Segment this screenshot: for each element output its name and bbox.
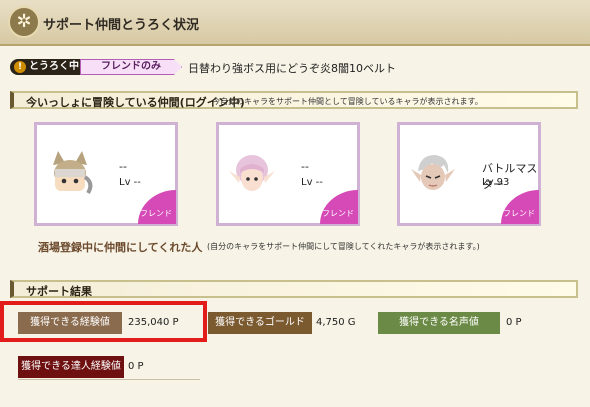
- support-results-title: サポート結果: [26, 285, 92, 298]
- partner-name: --: [301, 160, 309, 173]
- partner-level: Lv --: [301, 177, 323, 188]
- friend-tag: フレンド: [140, 209, 172, 218]
- support-results-banner: サポート結果: [10, 280, 578, 298]
- battle-master-portrait-icon: [411, 155, 455, 190]
- friend-corner-badge: フレンド: [501, 190, 539, 224]
- adventuring-section-banner: 今いっしょに冒険している仲間(ログイン中) 今自分のキャラをサポート仲間として冒…: [10, 91, 578, 109]
- gold-value: 4,750 G: [316, 317, 356, 328]
- bar-helpers-note: (自分のキャラをサポート仲間にして冒険してくれたキャラが表示されます。): [207, 242, 480, 251]
- partner-name: --: [119, 160, 127, 173]
- bar-helpers-heading: 酒場登録中に仲間にしてくれた人: [38, 241, 203, 254]
- exp-highlight-frame: [0, 301, 207, 342]
- friend-corner-badge: フレンド: [138, 190, 176, 224]
- fame-label: 獲得できる名声値: [378, 312, 500, 334]
- partner-level: Lv --: [119, 177, 141, 188]
- registration-status-badge: ! とうろく中: [10, 59, 80, 75]
- gold-label: 獲得できるゴールド: [208, 312, 312, 334]
- master-exp-value: 0 P: [128, 361, 144, 372]
- status-text: とうろく中: [29, 61, 79, 72]
- elf-character-portrait-icon: [229, 155, 275, 191]
- partner-level: Lv 93: [482, 177, 510, 188]
- divider: [18, 379, 200, 380]
- fame-value: 0 P: [506, 317, 522, 328]
- adventuring-section-note: 今自分のキャラをサポート仲間として冒険しているキャラが表示されます。: [212, 97, 483, 106]
- page-title: サポート仲間とうろく状況: [43, 18, 200, 33]
- master-exp-label: 獲得できる達人経験値: [18, 356, 124, 378]
- partner-card-2[interactable]: -- Lv -- フレンド: [216, 122, 360, 226]
- partner-card-1[interactable]: -- Lv -- フレンド: [34, 122, 178, 226]
- registration-comment: 日替わり強ボス用にどうぞ炎8闇10ベルト: [188, 62, 396, 75]
- friend-tag: フレンド: [503, 209, 535, 218]
- partner-card-3[interactable]: バトルマスター Lv 93 フレンド: [397, 122, 541, 226]
- alert-icon: !: [14, 61, 26, 73]
- support-emblem-icon: ✲: [8, 6, 40, 38]
- friend-corner-badge: フレンド: [320, 190, 358, 224]
- cat-ear-character-portrait-icon: [53, 151, 93, 195]
- friend-only-setting[interactable]: フレンドのみ: [80, 59, 182, 75]
- friend-tag: フレンド: [322, 209, 354, 218]
